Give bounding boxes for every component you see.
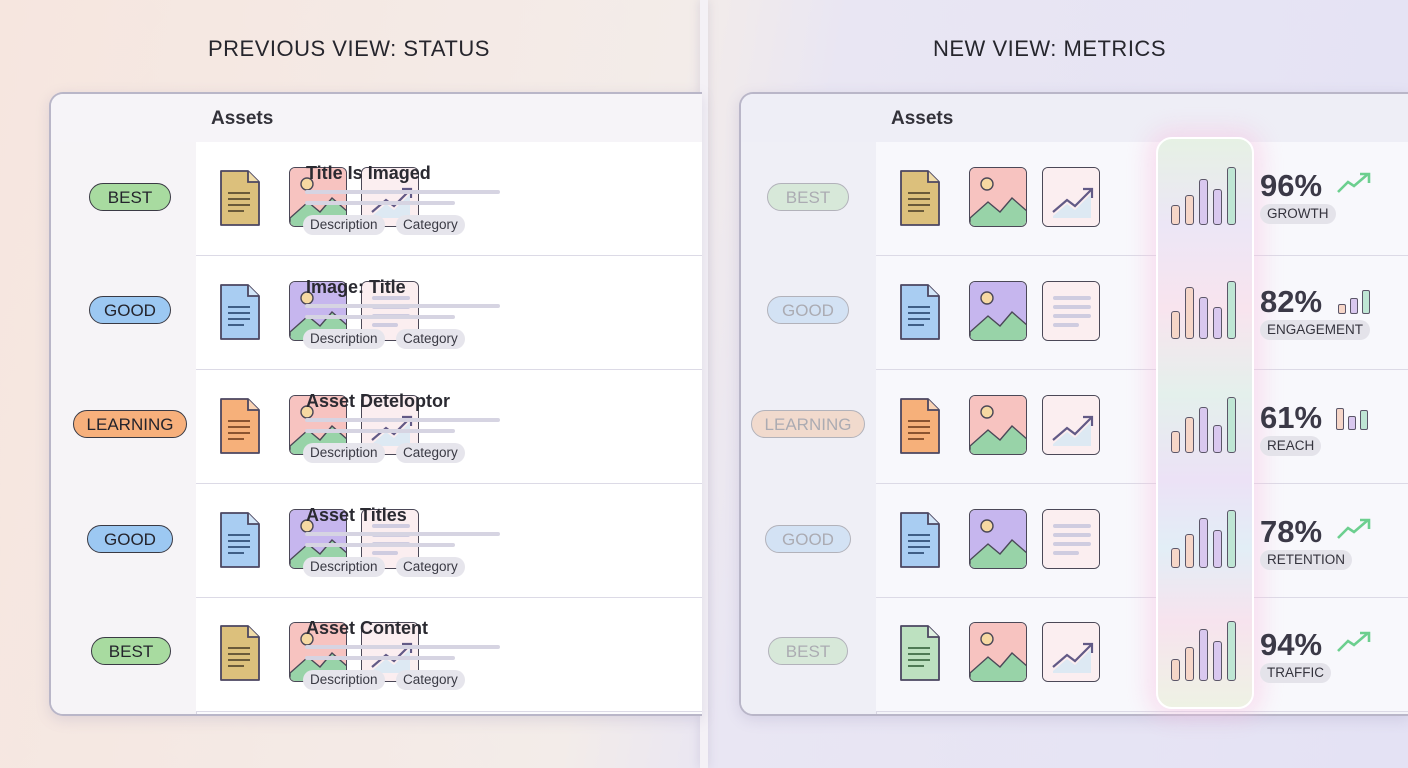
status-badge-best: BEST — [91, 637, 171, 665]
text-placeholder-line — [305, 315, 455, 319]
metric-label: RETENTION — [1260, 550, 1353, 570]
metric-label: GROWTH — [1260, 204, 1336, 224]
image-thumbnail-icon[interactable] — [969, 395, 1027, 455]
table-row[interactable] — [876, 484, 1408, 598]
category-tag[interactable]: Category — [396, 329, 465, 349]
category-tag[interactable]: Category — [396, 670, 465, 690]
metric-percent: 94% — [1260, 627, 1323, 662]
chart-thumbnail-icon[interactable] — [1042, 395, 1100, 455]
panel-title: Assets — [211, 108, 274, 129]
status-badge-best: BEST — [767, 183, 849, 211]
table-row[interactable] — [876, 370, 1408, 484]
document-icon — [220, 170, 260, 226]
asset-title: Asset Deteloptor — [306, 391, 451, 411]
table-row[interactable] — [196, 370, 702, 484]
metric-label: ENGAGEMENT — [1260, 320, 1371, 340]
previous-view-panel: Assets BEST GOOD LEARNING GOOD BEST Titl… — [49, 92, 702, 716]
description-tag[interactable]: Description — [303, 329, 385, 349]
status-badge-good: GOOD — [767, 296, 849, 324]
asset-title: Asset Titles — [306, 505, 407, 525]
document-icon — [220, 512, 260, 568]
bar-chart-icon — [1167, 619, 1245, 681]
bar-chart-icon — [1167, 391, 1245, 453]
previous-view-heading: PREVIOUS VIEW: STATUS — [208, 36, 490, 61]
table-row[interactable] — [196, 598, 702, 712]
metric-label: REACH — [1260, 436, 1322, 456]
text-placeholder-line — [305, 201, 455, 205]
text-placeholder-line — [305, 645, 500, 649]
description-tag[interactable]: Description — [303, 215, 385, 235]
metrics-highlight-column — [1156, 137, 1254, 709]
document-icon — [900, 512, 940, 568]
status-badge-good: GOOD — [89, 296, 171, 324]
chart-thumbnail-icon[interactable] — [1042, 622, 1100, 682]
document-icon — [900, 170, 940, 226]
image-thumbnail-icon[interactable] — [969, 622, 1027, 682]
bar-chart-icon — [1167, 163, 1245, 225]
metric-percent: 78% — [1260, 514, 1323, 549]
mini-bar-chart-icon — [1338, 288, 1374, 314]
panel-title: Assets — [891, 108, 954, 129]
text-placeholder-line — [305, 656, 455, 660]
document-icon — [220, 625, 260, 681]
text-placeholder-line — [305, 418, 500, 422]
new-view-heading: NEW VIEW: METRICS — [933, 36, 1166, 61]
status-badge-best: BEST — [768, 637, 848, 665]
metric-percent: 61% — [1260, 400, 1323, 435]
panel-header: Assets — [741, 94, 1408, 143]
status-badge-learning: LEARNING — [73, 410, 187, 438]
text-placeholder-line — [305, 543, 455, 547]
image-thumbnail-icon[interactable] — [969, 509, 1027, 569]
text-placeholder-line — [305, 304, 500, 308]
image-thumbnail-icon[interactable] — [969, 167, 1027, 227]
status-badge-learning: LEARNING — [751, 410, 865, 438]
text-placeholder-line — [305, 190, 500, 194]
text-thumbnail-icon[interactable] — [1042, 509, 1100, 569]
panel-header: Assets — [51, 94, 702, 143]
description-tag[interactable]: Description — [303, 557, 385, 577]
document-icon — [220, 284, 260, 340]
category-tag[interactable]: Category — [396, 557, 465, 577]
table-row[interactable] — [196, 142, 702, 256]
table-row[interactable] — [196, 256, 702, 370]
table-row[interactable] — [196, 484, 702, 598]
mini-bar-chart-icon — [1336, 404, 1372, 430]
bar-chart-icon — [1167, 277, 1245, 339]
table-row[interactable] — [876, 598, 1408, 712]
text-placeholder-line — [305, 429, 455, 433]
document-icon — [900, 625, 940, 681]
metric-percent: 96% — [1260, 168, 1323, 203]
metric-percent: 82% — [1260, 284, 1323, 319]
asset-title: Title Is Imaged — [306, 163, 431, 183]
description-tag[interactable]: Description — [303, 443, 385, 463]
status-badge-best: BEST — [89, 183, 171, 211]
status-badge-good: GOOD — [765, 525, 851, 553]
document-icon — [900, 284, 940, 340]
category-tag[interactable]: Category — [396, 215, 465, 235]
up-arrow-icon — [1337, 631, 1371, 652]
bar-chart-icon — [1167, 506, 1245, 568]
image-thumbnail-icon[interactable] — [969, 281, 1027, 341]
status-badge-good: GOOD — [87, 525, 173, 553]
asset-title: Image: Title — [306, 277, 406, 297]
up-arrow-icon — [1337, 172, 1371, 193]
text-placeholder-line — [305, 532, 500, 536]
category-tag[interactable]: Category — [396, 443, 465, 463]
table-row[interactable] — [876, 142, 1408, 256]
document-icon — [220, 398, 260, 454]
chart-thumbnail-icon[interactable] — [1042, 167, 1100, 227]
table-row[interactable] — [876, 256, 1408, 370]
description-tag[interactable]: Description — [303, 670, 385, 690]
asset-title: Asset Content — [306, 618, 429, 638]
up-arrow-icon — [1337, 518, 1371, 539]
text-thumbnail-icon[interactable] — [1042, 281, 1100, 341]
document-icon — [900, 398, 940, 454]
metric-label: TRAFFIC — [1260, 663, 1331, 683]
